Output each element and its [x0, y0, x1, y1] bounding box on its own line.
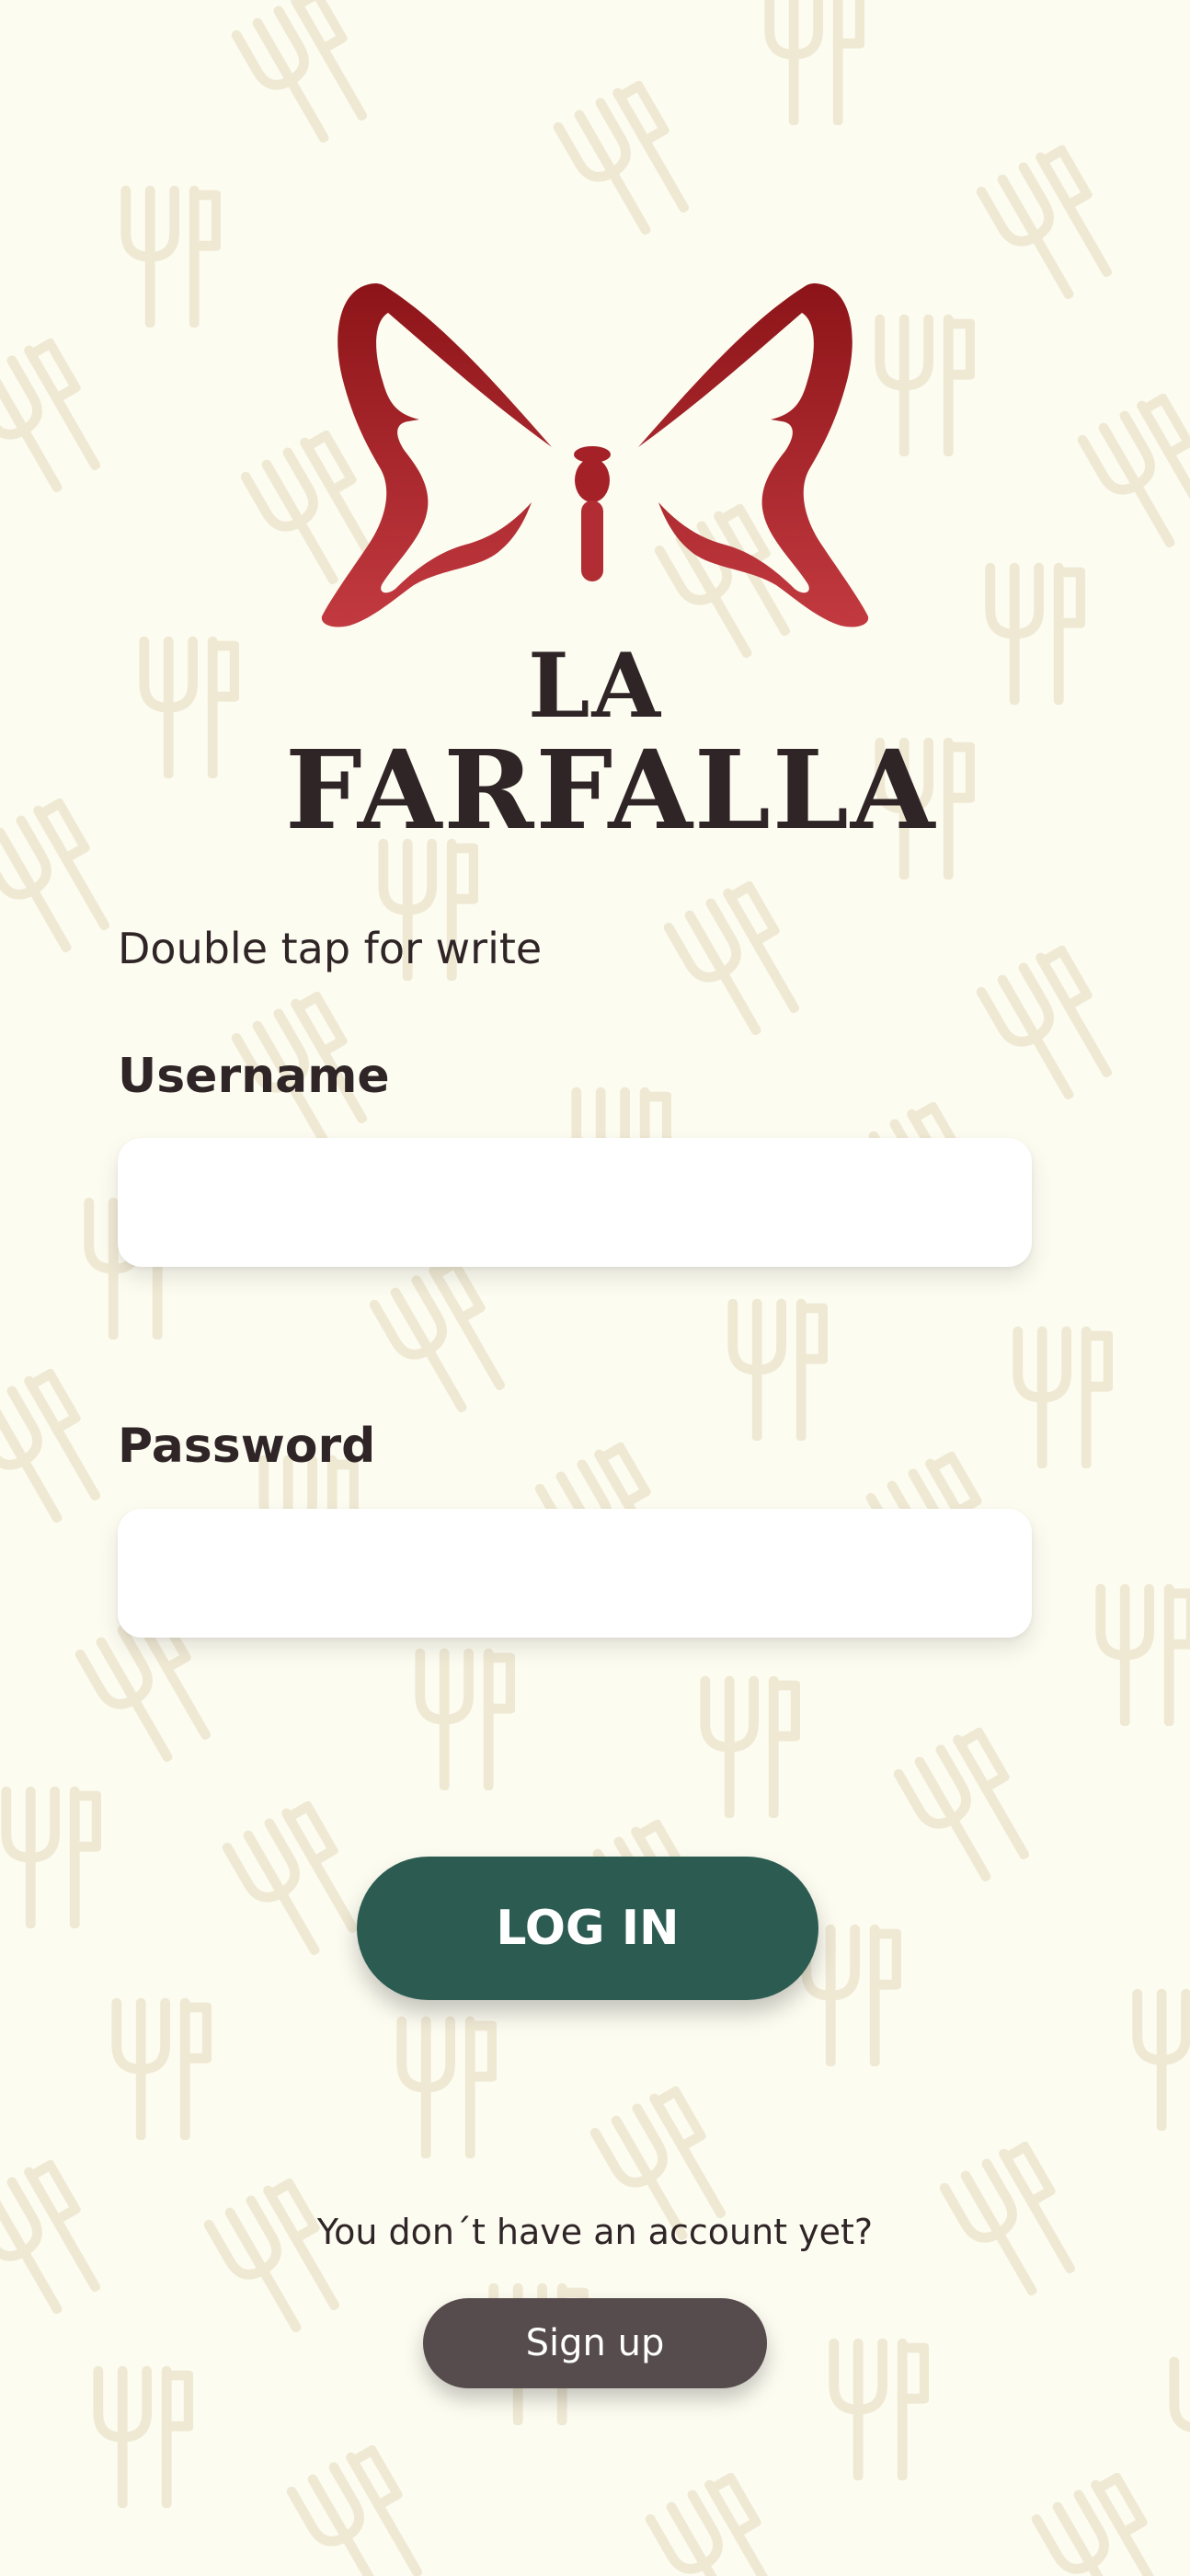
fork-knife-icon [209, 2179, 353, 2340]
double-tap-hint: Double tap for write [118, 924, 543, 973]
fork-knife-icon [981, 947, 1126, 1107]
fork-knife-icon [990, 568, 1081, 700]
fork-knife-icon [669, 882, 813, 1042]
fork-knife-icon [420, 1653, 510, 1786]
fork-knife-icon [374, 1259, 519, 1420]
fork-knife-icon [733, 1304, 823, 1436]
username-input[interactable] [118, 1138, 1032, 1267]
butterfly-logo-icon [321, 283, 869, 627]
fork-knife-icon [292, 2446, 436, 2576]
fork-knife-icon [0, 1370, 114, 1530]
brand-name-line1: LA [528, 634, 662, 738]
fork-knife-icon [1101, 1589, 1190, 1721]
fork-knife-icon [1138, 1994, 1190, 2126]
fork-knife-icon [705, 1681, 795, 1813]
fork-knife-icon [650, 2474, 795, 2576]
no-account-text: You don´t have an account yet? [316, 2212, 874, 2252]
fork-knife-icon [0, 339, 114, 500]
fork-knife-icon [117, 2003, 207, 2135]
password-input[interactable] [118, 1509, 1032, 1638]
brand-logo: LA FARFALLA [285, 276, 937, 854]
login-button[interactable]: LOG IN [357, 1857, 818, 2000]
fork-knife-icon [558, 82, 703, 242]
fork-knife-icon [1018, 1331, 1108, 1464]
fork-knife-icon [402, 2021, 492, 2154]
fork-knife-icon [6, 1791, 97, 1924]
fork-knife-icon [898, 1729, 1043, 1889]
fork-knife-icon [1174, 2362, 1190, 2494]
fork-knife-icon [227, 1802, 372, 1962]
fork-knife-icon [0, 799, 123, 960]
fork-knife-icon [807, 1929, 897, 2062]
password-label: Password [118, 1419, 376, 1474]
fork-knife-icon [144, 641, 235, 774]
fork-knife-icon [126, 190, 216, 323]
brand-name-line2: FARFALLA [285, 726, 937, 854]
signup-button[interactable]: Sign up [423, 2298, 767, 2388]
fork-knife-icon [98, 2371, 189, 2503]
username-label: Username [118, 1049, 390, 1104]
fork-knife-icon [770, 0, 860, 121]
fork-knife-icon [1082, 395, 1190, 555]
fork-knife-icon [236, 0, 381, 150]
fork-knife-icon [834, 2343, 924, 2476]
fork-knife-icon [981, 146, 1126, 306]
fork-knife-icon [1036, 2474, 1181, 2576]
